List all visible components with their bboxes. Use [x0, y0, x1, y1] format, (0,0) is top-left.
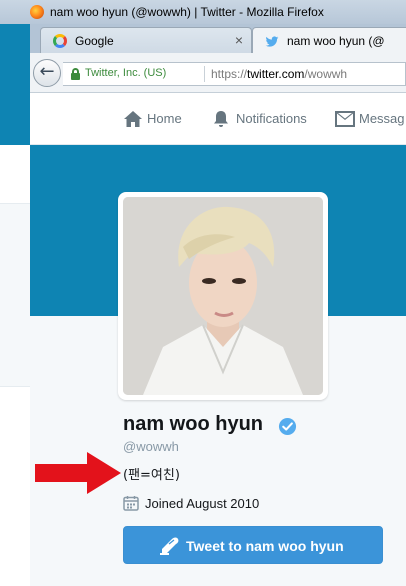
twitter-bird-icon: [265, 34, 279, 48]
nav-notifications-label: Notifications: [236, 111, 307, 126]
profile-bio: (팬=여친): [123, 468, 180, 483]
envelope-icon: [335, 111, 355, 127]
profile-name[interactable]: nam woo hyun: [123, 413, 263, 436]
avatar[interactable]: [123, 197, 323, 395]
tab-twitter[interactable]: nam woo hyun (@: [252, 27, 406, 53]
url-prefix: https://: [211, 67, 248, 81]
nav-messages-label: Messag: [359, 111, 405, 126]
join-date-label: Joined August 2010: [145, 496, 260, 511]
outer-page-lower-edge: [0, 386, 30, 586]
tab-label: nam woo hyun (@: [287, 34, 385, 48]
tweet-to-button-label: Tweet to nam woo hyun: [186, 538, 344, 554]
tab-google[interactable]: Google ×: [40, 27, 252, 53]
url-path: /wowwh: [304, 67, 348, 81]
twitter-global-nav: Home Notifications Messag: [30, 93, 406, 145]
window-title: nam woo hyun (@wowwh) | Twitter - Mozill…: [50, 5, 324, 19]
close-tab-icon[interactable]: ×: [235, 32, 243, 48]
url-divider: [204, 66, 205, 82]
tab-label: Google: [75, 34, 114, 48]
url-text[interactable]: https://twitter.com/wowwh: [211, 67, 347, 81]
nav-home-label: Home: [147, 111, 182, 126]
avatar-frame[interactable]: [118, 192, 328, 400]
url-bar[interactable]: Twitter, Inc. (US) https://twitter.com/w…: [63, 62, 406, 86]
lock-icon: [71, 68, 80, 80]
navigation-toolbar: ← Twitter, Inc. (US) https://twitter.com…: [30, 53, 406, 93]
calendar-icon: [123, 496, 139, 511]
outer-page-nav-edge: [0, 145, 30, 203]
compose-quill-icon: [160, 537, 179, 555]
window-titlebar: nam woo hyun (@wowwh) | Twitter - Mozill…: [0, 0, 406, 24]
url-domain: twitter.com: [247, 67, 305, 81]
firefox-icon: [30, 5, 44, 19]
home-icon: [124, 111, 142, 127]
red-arrow-annotation: [35, 452, 121, 494]
verified-badge-icon: [278, 417, 297, 436]
google-icon: [53, 34, 67, 48]
bell-icon: [214, 111, 228, 127]
site-identity[interactable]: Twitter, Inc. (US): [85, 67, 166, 79]
tweet-to-button[interactable]: Tweet to nam woo hyun: [123, 526, 383, 564]
tab-strip: Google × nam woo hyun (@: [30, 24, 406, 53]
profile-handle[interactable]: @wowwh: [123, 439, 179, 454]
outer-page-content-edge: [0, 203, 30, 386]
back-button[interactable]: ←: [33, 59, 61, 87]
